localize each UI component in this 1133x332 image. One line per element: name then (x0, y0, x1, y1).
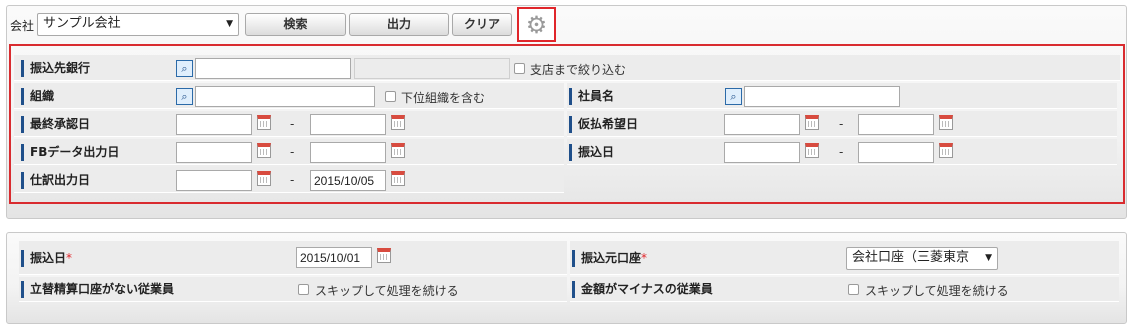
magnifier-icon[interactable]: ⌕ (725, 88, 742, 105)
calendar-icon[interactable] (377, 248, 391, 263)
magnifier-icon[interactable]: ⌕ (176, 88, 193, 105)
criteria-row-org: 組織 ⌕ 下位組織を含む (14, 83, 564, 109)
bank-label: 振込先銀行 (21, 60, 90, 77)
action-row-negative-amount: 金額がマイナスの従業員 スキップして処理を続ける (570, 277, 1119, 302)
export-button[interactable]: 出力 (349, 13, 449, 36)
final-approval-label: 最終承認日 (21, 116, 90, 133)
range-separator: - (839, 145, 844, 159)
required-mark: * (66, 251, 73, 265)
chevron-down-icon: ▼ (226, 19, 233, 29)
criteria-row-employee: 社員名 ⌕ (567, 83, 1117, 109)
journal-output-label: 仕訳出力日 (21, 172, 90, 189)
advance-request-from-input[interactable] (724, 114, 800, 135)
calendar-icon[interactable] (939, 143, 953, 158)
org-label: 組織 (21, 88, 54, 105)
branch-filter-label: 支店まで絞り込む (530, 63, 627, 77)
skip-no-account-label: スキップして処理を続ける (315, 284, 459, 298)
calendar-icon[interactable] (257, 171, 271, 186)
clear-button[interactable]: クリア (452, 13, 512, 36)
criteria-row-advance-request: 仮払希望日 - (567, 111, 1117, 137)
bank-name-field (354, 58, 510, 79)
sub-org-label: 下位組織を含む (401, 91, 486, 105)
action-panel: 振込日* 振込元口座* 会社口座（三菱東京 ▼ 立替精算口座がない従業員 スキッ… (6, 232, 1127, 324)
calendar-icon[interactable] (257, 115, 271, 130)
action-transfer-date-text: 振込日 (30, 251, 67, 265)
company-label: 会社 (10, 19, 35, 33)
fb-output-to-input[interactable] (310, 142, 386, 163)
action-row-no-account: 立替精算口座がない従業員 スキップして処理を続ける (19, 277, 567, 302)
fb-output-label: FBデータ出力日 (21, 144, 119, 161)
skip-no-account-checkbox[interactable] (298, 284, 309, 295)
skip-negative-label: スキップして処理を続ける (865, 284, 1009, 298)
company-select-value: サンプル会社 (43, 16, 121, 31)
source-account-select[interactable]: 会社口座（三菱東京 ▼ (846, 247, 998, 270)
fb-output-from-input[interactable] (176, 142, 252, 163)
final-approval-to-input[interactable] (310, 114, 386, 135)
source-account-text: 振込元口座 (581, 251, 642, 265)
calendar-icon[interactable] (805, 143, 819, 158)
range-separator: - (290, 117, 295, 131)
gear-icon: ⚙ (525, 10, 548, 39)
calendar-icon[interactable] (805, 115, 819, 130)
chevron-down-icon: ▼ (982, 248, 992, 268)
skip-negative-checkbox[interactable] (848, 284, 859, 295)
final-approval-from-input[interactable] (176, 114, 252, 135)
criteria-row-transfer-date: 振込日 - (567, 139, 1117, 165)
calendar-icon[interactable] (391, 143, 405, 158)
transfer-date-to-input[interactable] (858, 142, 934, 163)
action-row-source-account: 振込元口座* 会社口座（三菱東京 ▼ (570, 241, 1119, 275)
range-separator: - (290, 145, 295, 159)
calendar-icon[interactable] (939, 115, 953, 130)
search-button[interactable]: 検索 (245, 13, 346, 36)
bank-input[interactable] (195, 58, 351, 79)
journal-output-to-input[interactable] (310, 170, 386, 191)
journal-output-from-input[interactable] (176, 170, 252, 191)
branch-filter-checkbox[interactable] (514, 63, 525, 74)
required-mark: * (641, 251, 648, 265)
no-account-label: 立替精算口座がない従業員 (21, 281, 174, 298)
range-separator: - (290, 173, 295, 187)
criteria-row-final-approval: 最終承認日 - (14, 111, 564, 137)
transfer-date-label: 振込日 (569, 144, 614, 161)
employee-input[interactable] (744, 86, 900, 107)
criteria-row-fb-output: FBデータ出力日 - (14, 139, 564, 165)
criteria-row-bank: 振込先銀行 ⌕ 支店まで絞り込む (14, 55, 1120, 81)
calendar-icon[interactable] (391, 171, 405, 186)
action-transfer-date-input[interactable] (296, 247, 372, 268)
settings-button[interactable]: ⚙ (517, 7, 556, 42)
search-criteria: 振込先銀行 ⌕ 支店まで絞り込む 組織 ⌕ 下位組織を含む 社員名 ⌕ 最終承認… (9, 44, 1125, 204)
action-row-transfer-date: 振込日* (19, 241, 567, 275)
org-input[interactable] (195, 86, 375, 107)
range-separator: - (839, 117, 844, 131)
criteria-row-journal-output: 仕訳出力日 - (14, 167, 564, 193)
source-account-value: 会社口座（三菱東京 (852, 250, 970, 265)
employee-label: 社員名 (569, 88, 614, 105)
negative-amount-label: 金額がマイナスの従業員 (572, 281, 713, 298)
company-select[interactable]: サンプル会社 ▼ (37, 13, 239, 36)
sub-org-checkbox[interactable] (385, 91, 396, 102)
calendar-icon[interactable] (257, 143, 271, 158)
magnifier-icon[interactable]: ⌕ (176, 60, 193, 77)
advance-request-label: 仮払希望日 (569, 116, 638, 133)
source-account-label: 振込元口座* (572, 250, 647, 267)
action-transfer-date-label: 振込日* (21, 250, 72, 267)
calendar-icon[interactable] (391, 115, 405, 130)
transfer-date-from-input[interactable] (724, 142, 800, 163)
advance-request-to-input[interactable] (858, 114, 934, 135)
